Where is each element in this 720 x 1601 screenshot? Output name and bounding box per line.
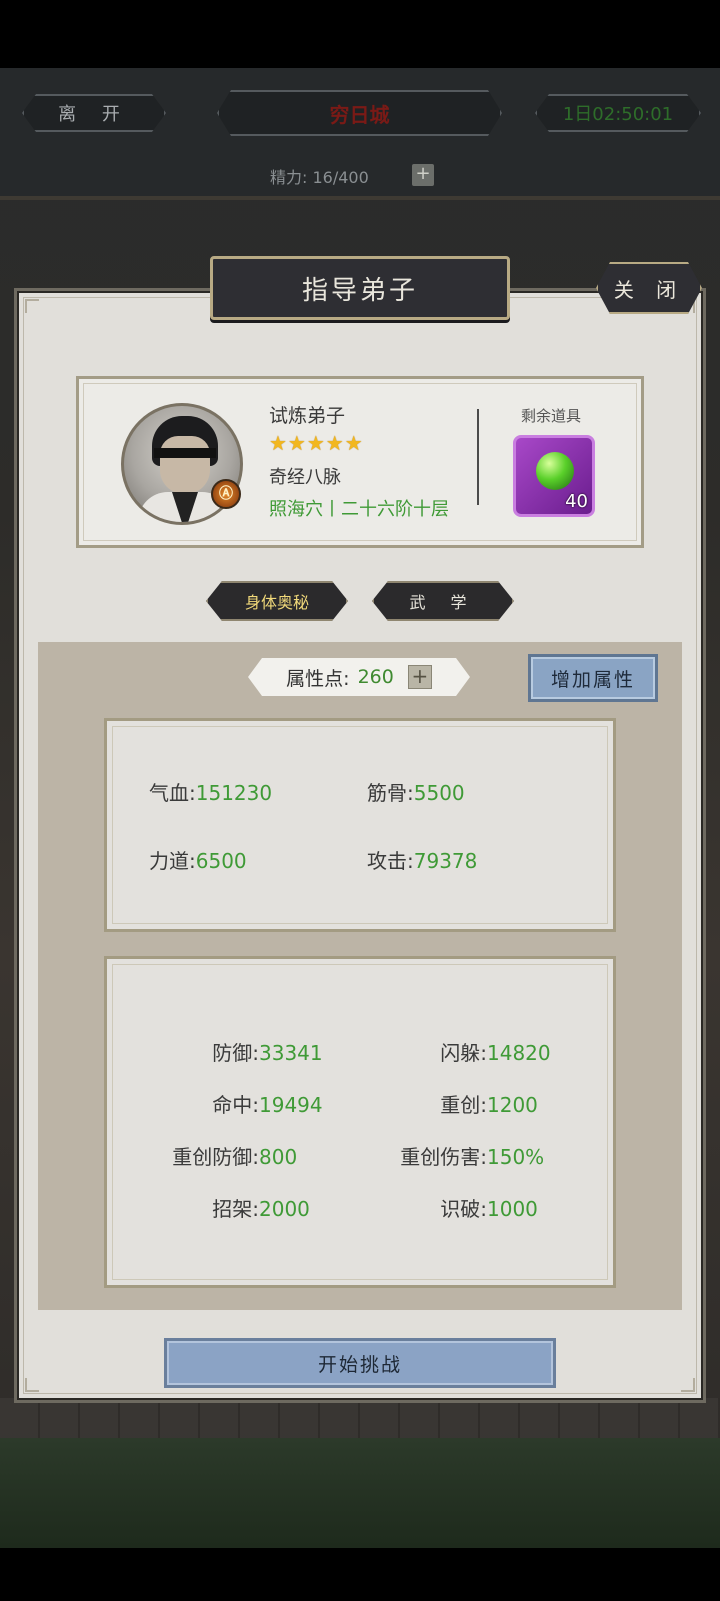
stat-accuracy: 命中:19494: [212, 1093, 323, 1117]
dialog-title: 指导弟子: [210, 256, 510, 320]
remaining-items-label: 剩余道具: [521, 407, 582, 425]
item-count: 40: [565, 491, 588, 512]
character-stage: 照海穴丨二十六阶十层: [269, 499, 449, 520]
leave-button[interactable]: 离 开: [22, 94, 166, 132]
combat-stats-box: 防御:33341 闪躲:14820 命中:19494 重创:1200 重创防御:…: [104, 956, 616, 1288]
stat-dodge: 闪躲:14820: [440, 1041, 551, 1065]
stat-attack: 攻击:79378: [367, 849, 478, 873]
stat-constitution: 筋骨:5500: [367, 781, 465, 805]
tab-martial-arts[interactable]: 武 学: [372, 581, 514, 621]
start-challenge-button[interactable]: 开始挑战: [164, 1338, 556, 1388]
ornament-corner-icon: [25, 299, 39, 313]
base-stats-box: 气血:151230 筋骨:5500 力道:6500 攻击:79378: [104, 718, 616, 932]
character-name: 试炼弟子: [269, 405, 346, 427]
ornament-corner-icon: [25, 1378, 39, 1392]
attribute-points: 属性点: 260 +: [248, 658, 470, 696]
close-button[interactable]: 关 闭: [596, 262, 702, 314]
tab-body-secrets[interactable]: 身体奥秘: [206, 581, 348, 621]
character-skill: 奇经八脉: [269, 467, 341, 488]
countdown-timer: 1日02:50:01: [535, 94, 701, 132]
add-attribute-button[interactable]: 增加属性: [528, 654, 658, 702]
ornament-corner-icon: [681, 1378, 695, 1392]
stat-defense: 防御:33341: [212, 1041, 323, 1065]
stat-critical-damage: 重创伤害:150%: [400, 1145, 545, 1169]
stat-insight: 识破:1000: [440, 1197, 538, 1221]
attribute-points-label: 属性点:: [286, 667, 350, 690]
divider: [477, 409, 479, 505]
item-slot[interactable]: 40: [513, 435, 595, 517]
stat-strength: 力道:6500: [149, 849, 247, 873]
rank-badge-icon: Ⓐ: [211, 479, 241, 509]
stat-critical-defense: 重创防御:800: [172, 1145, 298, 1169]
stat-parry: 招架:2000: [212, 1197, 310, 1221]
character-card: Ⓐ 试炼弟子 ★★★★★ 奇经八脉 照海穴丨二十六阶十层 剩余道具 40: [76, 376, 644, 548]
star-rating-icon: ★★★★★: [269, 431, 364, 455]
green-orb-icon: [536, 452, 574, 490]
background-floor: [0, 1438, 720, 1548]
city-title: 穷日城: [217, 90, 502, 136]
stat-hp: 气血:151230: [149, 781, 273, 805]
stamina-label: 精力: 16/400: [270, 168, 369, 187]
attribute-points-add-button[interactable]: +: [408, 665, 432, 689]
stamina-add-button[interactable]: +: [412, 164, 434, 186]
stat-critical: 重创:1200: [440, 1093, 538, 1117]
attribute-points-value: 260: [357, 666, 394, 688]
